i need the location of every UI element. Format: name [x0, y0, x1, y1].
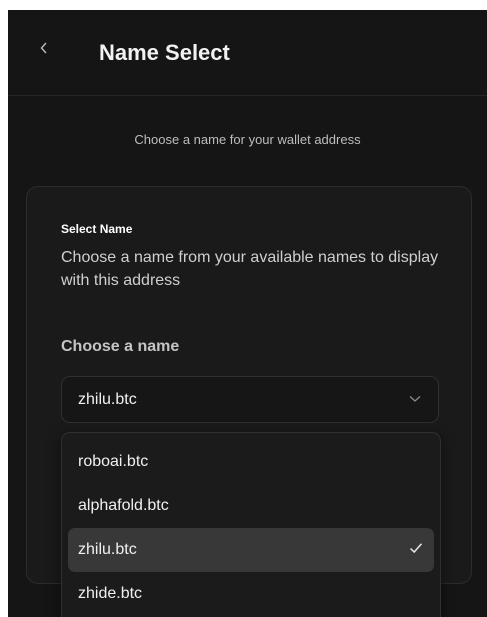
option-label: roboai.btc [78, 453, 149, 470]
option-label: zhide.btc [78, 585, 143, 602]
card-title: Select Name [61, 222, 133, 236]
option-label: zhilu.btc [78, 541, 137, 558]
checkmark-icon [409, 543, 423, 554]
page-subtitle: Choose a name for your wallet address [134, 132, 361, 147]
option-label: alphafold.btc [78, 497, 169, 514]
header-bar: Name Select [8, 10, 487, 96]
option-alphafold[interactable]: alphafold.btc [68, 484, 434, 528]
chevron-left-icon [40, 42, 47, 54]
option-zhide[interactable]: zhide.btc [68, 572, 434, 616]
option-roboai[interactable]: roboai.btc [68, 440, 434, 484]
page-title: Name Select [99, 40, 230, 65]
choose-name-label: Choose a name [61, 338, 180, 355]
chevron-down-icon [409, 396, 421, 402]
option-zhilu[interactable]: zhilu.btc [68, 528, 434, 572]
card-description: Choose a name from your available names … [61, 249, 439, 289]
back-button[interactable] [40, 36, 60, 60]
selected-name-value: zhilu.btc [78, 391, 137, 408]
app-panel: Name Select Choose a name for your walle… [8, 10, 487, 617]
name-options-list: roboai.btc alphafold.btc zhilu.btc zhide… [61, 432, 441, 617]
name-select-dropdown[interactable]: zhilu.btc [61, 376, 439, 423]
